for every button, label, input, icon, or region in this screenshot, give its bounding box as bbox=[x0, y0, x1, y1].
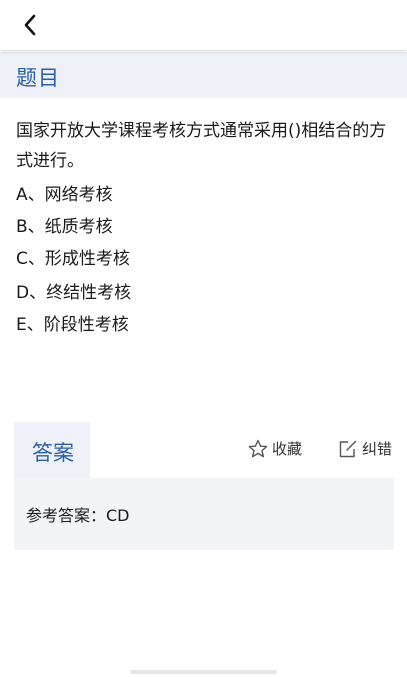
answer-bar: 答案 收藏 纠错 bbox=[14, 422, 394, 478]
question-text: 国家开放大学课程考核方式通常采用()相结合的方式进行。 bbox=[16, 121, 387, 171]
answer-tab[interactable]: 答案 bbox=[14, 422, 90, 478]
back-button[interactable] bbox=[14, 10, 46, 40]
report-error-button[interactable]: 纠错 bbox=[338, 438, 392, 459]
section-title: 题目 bbox=[16, 66, 60, 90]
option-d: D、终结性考核 bbox=[16, 283, 132, 303]
option-e: E、阶段性考核 bbox=[16, 315, 129, 335]
favorite-label: 收藏 bbox=[272, 440, 303, 458]
edit-icon bbox=[339, 440, 357, 457]
answer-tab-label: 答案 bbox=[32, 441, 74, 465]
option-c: C、形成性考核 bbox=[16, 249, 130, 269]
option-a: A、网络考核 bbox=[16, 185, 113, 205]
home-indicator bbox=[130, 670, 277, 674]
top-navigation-bar bbox=[0, 0, 407, 50]
answer-content: 参考答案：CD bbox=[14, 478, 394, 550]
favorite-button[interactable]: 收藏 bbox=[248, 438, 302, 459]
report-error-label: 纠错 bbox=[362, 440, 393, 458]
option-b: B、纸质考核 bbox=[16, 217, 113, 237]
question-section-header: 题目 bbox=[0, 52, 407, 98]
chevron-left-icon bbox=[24, 14, 36, 36]
star-outline-icon bbox=[248, 439, 268, 457]
reference-answer: 参考答案：CD bbox=[26, 506, 130, 525]
